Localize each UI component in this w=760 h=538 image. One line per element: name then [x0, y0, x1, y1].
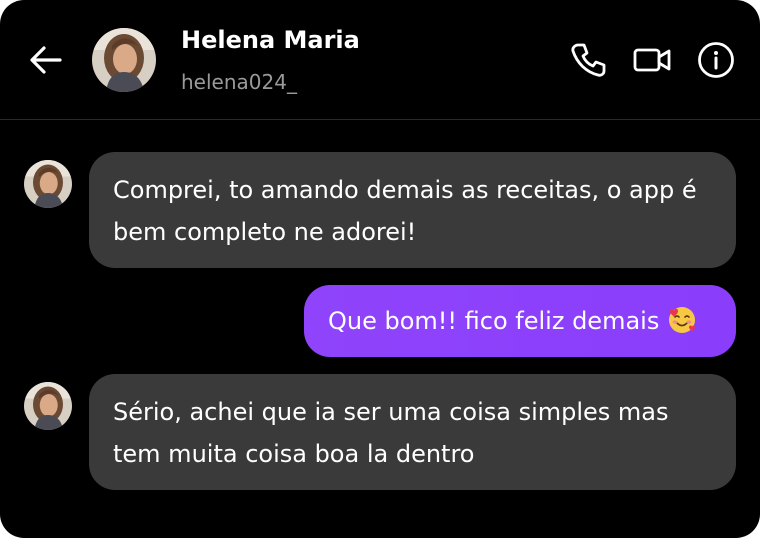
info-icon	[698, 42, 734, 78]
phone-icon	[571, 43, 606, 77]
message-bubble-incoming[interactable]: Sério, achei que ia ser uma coisa simple…	[89, 374, 736, 490]
video-camera-icon	[633, 48, 671, 72]
contact-avatar[interactable]	[92, 28, 156, 92]
back-button[interactable]	[26, 40, 66, 80]
chat-header: Helena Maria helena024_	[0, 0, 760, 120]
smiling-face-with-hearts-icon	[667, 305, 697, 335]
contact-name: Helena Maria	[181, 26, 360, 54]
arrow-left-icon	[30, 46, 62, 74]
sender-avatar[interactable]	[24, 382, 72, 430]
info-button[interactable]	[696, 40, 736, 80]
contact-username: helena024_	[181, 70, 297, 94]
message-text: Que bom!! fico feliz demais	[328, 307, 660, 335]
call-button[interactable]	[568, 40, 608, 80]
message-bubble-outgoing[interactable]: Que bom!! fico feliz demais	[304, 285, 736, 357]
chat-window: Helena Maria helena024_ Comprei, to aman…	[0, 0, 760, 538]
video-call-button[interactable]	[632, 40, 672, 80]
sender-avatar[interactable]	[24, 160, 72, 208]
message-bubble-incoming[interactable]: Comprei, to amando demais as receitas, o…	[89, 152, 736, 268]
